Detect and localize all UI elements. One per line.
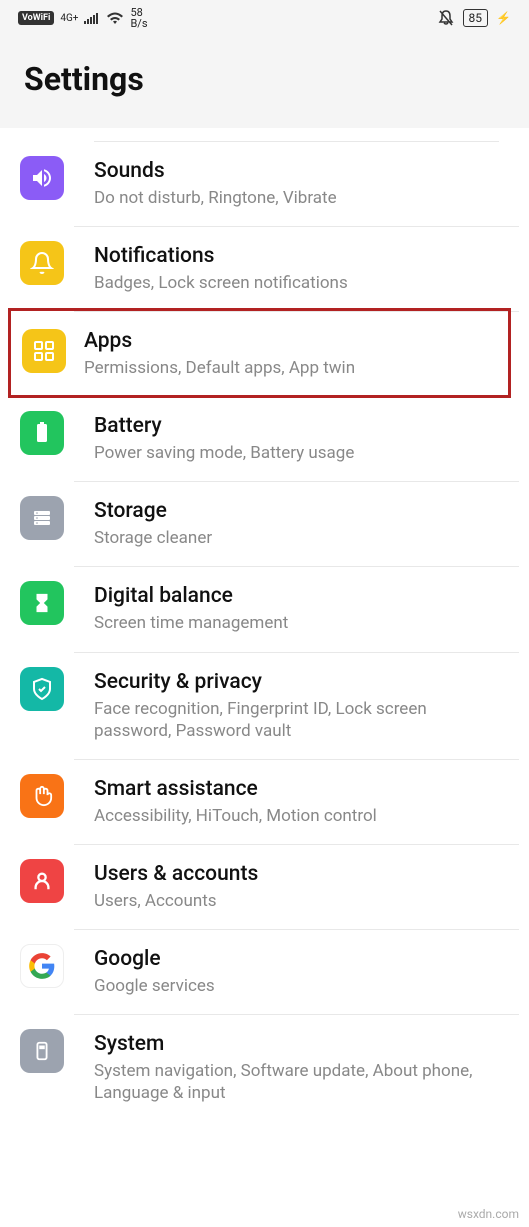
sound-icon xyxy=(20,156,64,200)
item-subtitle: Power saving mode, Battery usage xyxy=(94,442,499,464)
watermark: wsxdn.com xyxy=(458,1207,519,1221)
settings-item-battery[interactable]: Battery Power saving mode, Battery usage xyxy=(74,397,519,482)
wifi-icon xyxy=(106,11,124,25)
settings-item-google[interactable]: Google Google services xyxy=(74,930,519,1015)
google-icon xyxy=(20,944,64,988)
item-title: Sounds xyxy=(94,159,499,183)
speed-indicator: 58B/s xyxy=(130,7,147,29)
item-title: Notifications xyxy=(94,244,499,268)
item-title: Apps xyxy=(84,329,509,353)
system-icon xyxy=(20,1029,64,1073)
apps-icon xyxy=(22,329,66,373)
item-title: System xyxy=(94,1032,499,1056)
page-title: Settings xyxy=(24,60,505,98)
hand-icon xyxy=(20,774,64,818)
settings-item-notifications[interactable]: Notifications Badges, Lock screen notifi… xyxy=(74,227,519,312)
item-title: Digital balance xyxy=(94,584,499,608)
item-subtitle: Storage cleaner xyxy=(94,527,499,549)
bell-icon xyxy=(20,241,64,285)
item-subtitle: Google services xyxy=(94,975,499,997)
charging-icon: ⚡ xyxy=(496,11,511,25)
settings-item-sounds[interactable]: Sounds Do not disturb, Ringtone, Vibrate xyxy=(74,142,519,227)
settings-header: Settings xyxy=(0,36,529,128)
item-subtitle: Users, Accounts xyxy=(94,890,499,912)
settings-item-smart-assistance[interactable]: Smart assistance Accessibility, HiTouch,… xyxy=(74,760,519,845)
item-title: Google xyxy=(94,947,499,971)
item-title: Smart assistance xyxy=(94,777,499,801)
item-title: Storage xyxy=(94,499,499,523)
partial-previous-row xyxy=(94,128,499,142)
item-title: Battery xyxy=(94,414,499,438)
settings-item-users-accounts[interactable]: Users & accounts Users, Accounts xyxy=(74,845,519,930)
status-right: 85 ⚡ xyxy=(437,9,511,27)
item-subtitle: System navigation, Software update, Abou… xyxy=(94,1060,499,1104)
battery-indicator: 85 xyxy=(463,9,489,27)
settings-item-digital-balance[interactable]: Digital balance Screen time management xyxy=(74,567,519,652)
status-left: VoWiFi 4G+ 58B/s xyxy=(18,7,148,29)
user-icon xyxy=(20,859,64,903)
settings-item-apps[interactable]: Apps Permissions, Default apps, App twin xyxy=(0,312,529,396)
shield-icon xyxy=(20,667,64,711)
item-title: Security & privacy xyxy=(94,670,499,694)
item-subtitle: Accessibility, HiTouch, Motion control xyxy=(94,805,499,827)
hourglass-icon xyxy=(20,581,64,625)
mute-icon xyxy=(437,9,455,27)
network-indicator: 4G+ xyxy=(60,13,78,24)
settings-list[interactable]: Sounds Do not disturb, Ringtone, Vibrate… xyxy=(0,142,529,1121)
item-subtitle: Permissions, Default apps, App twin xyxy=(84,357,509,379)
item-subtitle: Do not disturb, Ringtone, Vibrate xyxy=(94,187,499,209)
vowifi-badge: VoWiFi xyxy=(18,11,54,25)
settings-item-storage[interactable]: Storage Storage cleaner xyxy=(74,482,519,567)
item-subtitle: Face recognition, Fingerprint ID, Lock s… xyxy=(94,698,499,742)
battery-icon xyxy=(20,411,64,455)
settings-item-system[interactable]: System System navigation, Software updat… xyxy=(74,1015,519,1121)
item-subtitle: Screen time management xyxy=(94,612,499,634)
status-bar: VoWiFi 4G+ 58B/s 85 ⚡ xyxy=(0,0,529,36)
storage-icon xyxy=(20,496,64,540)
settings-item-security-privacy[interactable]: Security & privacy Face recognition, Fin… xyxy=(74,653,519,760)
signal-icon xyxy=(84,12,100,24)
item-title: Users & accounts xyxy=(94,862,499,886)
item-subtitle: Badges, Lock screen notifications xyxy=(94,272,499,294)
